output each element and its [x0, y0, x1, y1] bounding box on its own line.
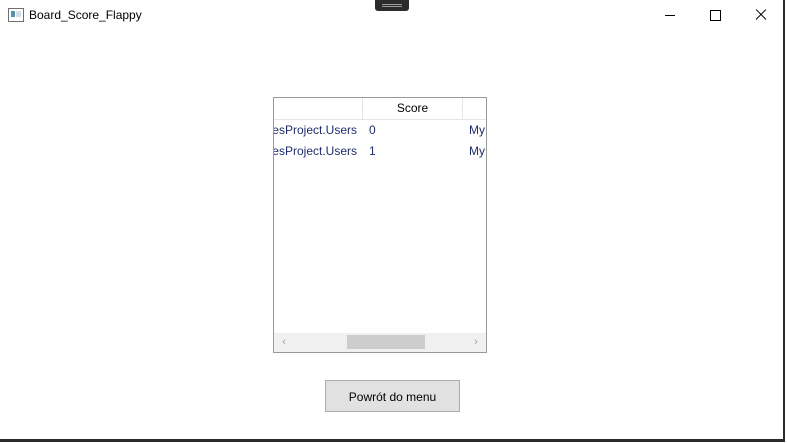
- score-cell[interactable]: 0: [369, 120, 449, 141]
- table-row[interactable]: GamesProject.Users 0 My: [274, 120, 486, 141]
- horizontal-scrollbar[interactable]: ‹ ›: [274, 333, 486, 352]
- maximize-button[interactable]: [692, 0, 738, 30]
- scrollbar-thumb[interactable]: [347, 335, 425, 349]
- grid-header: Score: [274, 98, 486, 120]
- close-button[interactable]: [738, 0, 784, 30]
- snap-handle-icon[interactable]: [375, 0, 409, 11]
- extra-cell[interactable]: My: [469, 120, 486, 141]
- app-window: Board_Score_Flappy Score GamesProject.Us…: [0, 0, 785, 442]
- score-data-grid[interactable]: Score GamesProject.Users 0 My GamesProje…: [273, 97, 487, 353]
- title-bar[interactable]: Board_Score_Flappy: [0, 0, 783, 30]
- scroll-left-icon[interactable]: ‹: [276, 333, 292, 352]
- column-header-user[interactable]: [274, 98, 363, 119]
- maximize-icon: [709, 9, 721, 21]
- minimize-button[interactable]: [647, 0, 693, 30]
- user-cell[interactable]: GamesProject.Users: [274, 120, 362, 141]
- minimize-icon: [665, 14, 675, 16]
- column-header-extra[interactable]: [463, 98, 486, 119]
- user-cell[interactable]: GamesProject.Users: [274, 141, 362, 162]
- back-to-menu-button[interactable]: Powrót do menu: [325, 380, 460, 412]
- column-header-score[interactable]: Score: [363, 98, 463, 119]
- scroll-right-icon[interactable]: ›: [468, 333, 484, 352]
- extra-cell[interactable]: My: [469, 141, 486, 162]
- score-cell[interactable]: 1: [369, 141, 449, 162]
- window-title: Board_Score_Flappy: [29, 8, 142, 22]
- table-row[interactable]: GamesProject.Users 1 My: [274, 141, 486, 162]
- app-icon: [8, 8, 24, 22]
- close-icon: [755, 9, 767, 21]
